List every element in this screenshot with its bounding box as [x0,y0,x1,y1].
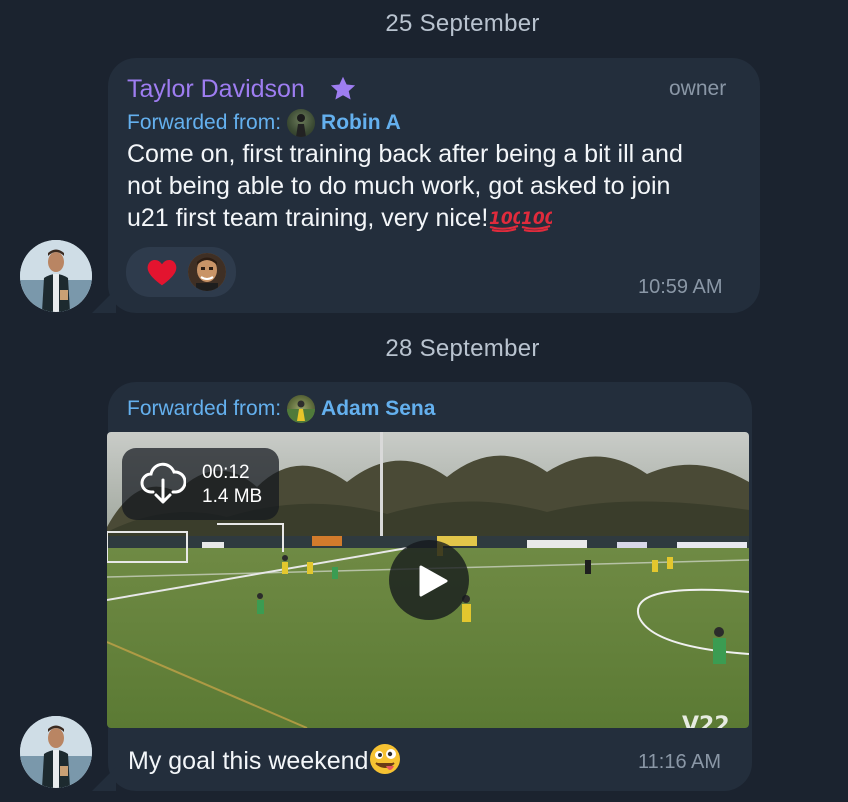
sender-photo-icon [20,716,92,788]
caption-text: My goal this weekend [128,747,369,775]
forwarded-header[interactable]: Forwarded from: Robin A [127,109,401,137]
date-separator: 28 September [385,335,540,362]
video-duration: 00:12 [202,462,250,483]
message-timestamp: 10:59 AM [638,276,723,298]
zany-face-icon [370,744,401,774]
forwarded-label: Forwarded from: [127,111,282,134]
reaction-chip[interactable] [126,247,236,297]
sender-avatar[interactable] [20,240,92,312]
forwarded-from-name[interactable]: Robin A [321,111,401,135]
red-heart-icon [147,260,177,286]
forwarded-from-name[interactable]: Adam Sena [321,397,435,421]
date-separator: 25 September [385,10,540,37]
member-role-label: owner [669,77,727,100]
reactor-face-icon [188,253,226,291]
bubble-tail [92,289,116,313]
message-timestamp: 11:16 AM [638,751,722,773]
hundred-points-icon: 100 [489,209,520,232]
forwarded-label: Forwarded from: [127,397,282,420]
sender-avatar[interactable] [20,716,92,788]
play-button[interactable] [389,540,469,620]
message-text-line: u21 first team training, very nice! 100 … [127,202,747,234]
hundred-points-icon: 100 [521,209,552,232]
play-icon [419,565,448,597]
player-silhouette-icon [296,114,307,137]
message-text-line: not being able to do much work, got aske… [127,172,671,200]
cloud-download-icon[interactable] [140,462,186,506]
video-size: 1.4 MB [202,486,263,507]
download-chip[interactable]: 00:12 1.4 MB [122,448,279,520]
video-thumbnail[interactable]: V22 00:12 1.4 MB [107,432,749,728]
premium-star-icon[interactable] [328,74,358,104]
sender-name[interactable]: Taylor Davidson [127,75,305,104]
sender-photo-icon [20,240,92,312]
video-caption: My goal this weekend [128,743,402,777]
reactor-avatar[interactable] [188,253,226,291]
message-text: Come on, first training back after being… [127,138,747,234]
forwarded-avatar[interactable] [287,395,316,423]
forwarded-header[interactable]: Forwarded from: Adam Sena [127,395,435,423]
message-text-line: Come on, first training back after being… [127,140,683,168]
player-silhouette-icon [287,400,316,423]
message-text-line-content: u21 first team training, very nice! [127,204,489,232]
forwarded-avatar[interactable] [287,109,316,137]
svg-text:V22: V22 [682,713,730,728]
